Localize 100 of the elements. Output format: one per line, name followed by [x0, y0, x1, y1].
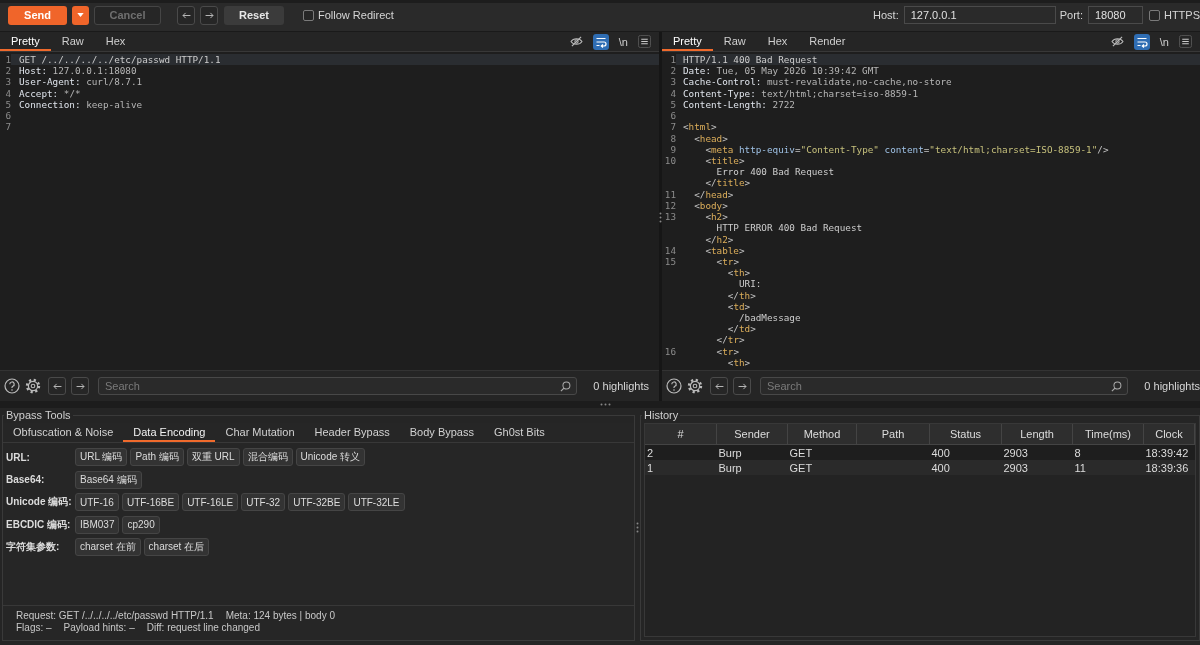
eye-slash-icon[interactable]: [569, 36, 583, 47]
splitter-handle[interactable]: [659, 211, 662, 223]
splitter-handle[interactable]: [600, 403, 611, 406]
settings-icon[interactable]: [687, 378, 703, 394]
table-cell: 400: [929, 460, 1002, 475]
help-icon[interactable]: [666, 378, 682, 394]
encoding-button[interactable]: 混合编码: [242, 448, 293, 467]
search-field[interactable]: Search: [760, 377, 1129, 395]
column-header[interactable]: Sender: [716, 424, 788, 445]
checkbox-label[interactable]: Follow Redirect: [318, 9, 394, 21]
encoding-button[interactable]: Base64 编码: [75, 470, 142, 489]
code-line: <td>: [727, 300, 751, 312]
encoding-button[interactable]: charset 在前: [75, 538, 141, 557]
line-number: 15: [663, 255, 676, 268]
tool-tab[interactable]: Data Encoding: [123, 423, 216, 442]
settings-icon[interactable]: [25, 378, 41, 394]
search-field[interactable]: Search: [98, 377, 578, 395]
table-cell: Burp: [716, 444, 788, 460]
left-arrow-icon: [714, 382, 724, 390]
code-line: /badMessage: [738, 312, 801, 324]
wrap-icon[interactable]: [1133, 33, 1150, 50]
encoding-button[interactable]: UTF-32: [241, 493, 286, 512]
code-line: <body>: [694, 199, 728, 211]
checkbox[interactable]: [1148, 9, 1160, 21]
table-cell: GET: [787, 444, 857, 460]
column-header[interactable]: Method: [787, 424, 857, 445]
encoding-button[interactable]: UTF-16LE: [182, 493, 239, 512]
line-number: 6: [4, 110, 11, 122]
column-header[interactable]: Status: [929, 424, 1002, 445]
encoding-button[interactable]: IBM037: [75, 515, 120, 534]
line-number: 3: [4, 76, 11, 88]
checkbox-label[interactable]: HTTPS: [1163, 9, 1200, 21]
menu-icon[interactable]: [1179, 35, 1192, 48]
column-header[interactable]: Clock: [1143, 424, 1195, 445]
back-button[interactable]: [177, 5, 195, 25]
eye-slash-icon[interactable]: [1110, 36, 1124, 47]
code-line: Content-Length: 2722: [683, 98, 795, 110]
tool-tab[interactable]: Char Mutation: [215, 423, 305, 442]
next-button[interactable]: [733, 377, 751, 395]
editor-tab[interactable]: Raw: [712, 32, 757, 51]
code-line: Host: 127.0.0.1:18080: [19, 65, 137, 77]
tool-tab[interactable]: Gh0st Bits: [483, 423, 555, 442]
tool-tab[interactable]: Header Bypass: [304, 423, 400, 442]
table-cell: 11: [1072, 460, 1144, 475]
encoding-button[interactable]: 双重 URL: [186, 448, 240, 467]
reset-button[interactable]: Reset: [224, 5, 284, 25]
code-line: <tr>: [716, 345, 739, 357]
next-button[interactable]: [71, 377, 89, 395]
code-line: <th>: [727, 267, 751, 279]
menu-icon[interactable]: [638, 35, 651, 48]
editor-tab[interactable]: Hex: [94, 32, 137, 51]
port-field[interactable]: 18080: [1087, 6, 1143, 24]
encoding-button[interactable]: UTF-32LE: [348, 493, 405, 512]
column-header[interactable]: #: [645, 424, 717, 445]
help-icon[interactable]: [4, 378, 20, 394]
tool-tab[interactable]: Body Bypass: [399, 423, 484, 442]
code-line: <tr>: [716, 255, 739, 267]
encoding-button[interactable]: charset 在后: [143, 538, 210, 557]
line-number: 7: [4, 121, 11, 133]
code-line: <head>: [694, 132, 728, 144]
newline-toggle[interactable]: \n: [1159, 35, 1169, 48]
line-number: 5: [669, 98, 676, 111]
left-arrow-icon: [181, 11, 191, 19]
encoding-button[interactable]: cp290: [122, 515, 160, 534]
editor-tab[interactable]: Hex: [756, 32, 799, 51]
previous-button[interactable]: [48, 377, 66, 395]
right-arrow-icon: [75, 382, 85, 390]
previous-button[interactable]: [710, 377, 728, 395]
line-number: 10: [663, 154, 676, 167]
newline-toggle[interactable]: \n: [618, 35, 628, 48]
table-cell: 8: [1072, 444, 1144, 460]
host-field[interactable]: 127.0.0.1: [903, 6, 1056, 24]
code-line: Connection: keep-alive: [19, 98, 143, 110]
encoding-button[interactable]: UTF-32BE: [288, 493, 346, 512]
line-number: 2: [669, 65, 676, 77]
code-line: <html>: [683, 121, 717, 133]
line-number: 9: [669, 143, 676, 155]
forward-button[interactable]: [200, 5, 218, 25]
encoding-button[interactable]: Path 编码: [130, 448, 184, 467]
column-header[interactable]: Time(ms): [1072, 424, 1144, 445]
tool-tab[interactable]: Obfuscation & Noise: [3, 423, 124, 442]
column-header[interactable]: Length: [1001, 424, 1073, 445]
encoding-button[interactable]: UTF-16BE: [121, 493, 180, 512]
table-cell: 2: [645, 444, 717, 460]
encoding-button[interactable]: UTF-16: [75, 493, 119, 512]
search-icon: [1111, 380, 1123, 392]
encoding-button[interactable]: URL 编码: [75, 448, 128, 467]
wrap-icon[interactable]: [592, 33, 609, 50]
checkbox[interactable]: [303, 9, 314, 21]
editor-tab[interactable]: Raw: [50, 32, 95, 51]
column-header[interactable]: Path: [856, 424, 930, 445]
encoding-button[interactable]: Unicode 转义: [295, 448, 366, 467]
editor-tab[interactable]: Render: [798, 32, 857, 51]
code-line: <title>: [705, 154, 745, 166]
line-number: 13: [663, 211, 676, 223]
search-icon: [560, 380, 572, 392]
line-number: 16: [663, 345, 676, 357]
line-number: 1: [4, 54, 11, 66]
panel-title: History: [643, 408, 680, 422]
send-options-button[interactable]: [72, 5, 89, 25]
